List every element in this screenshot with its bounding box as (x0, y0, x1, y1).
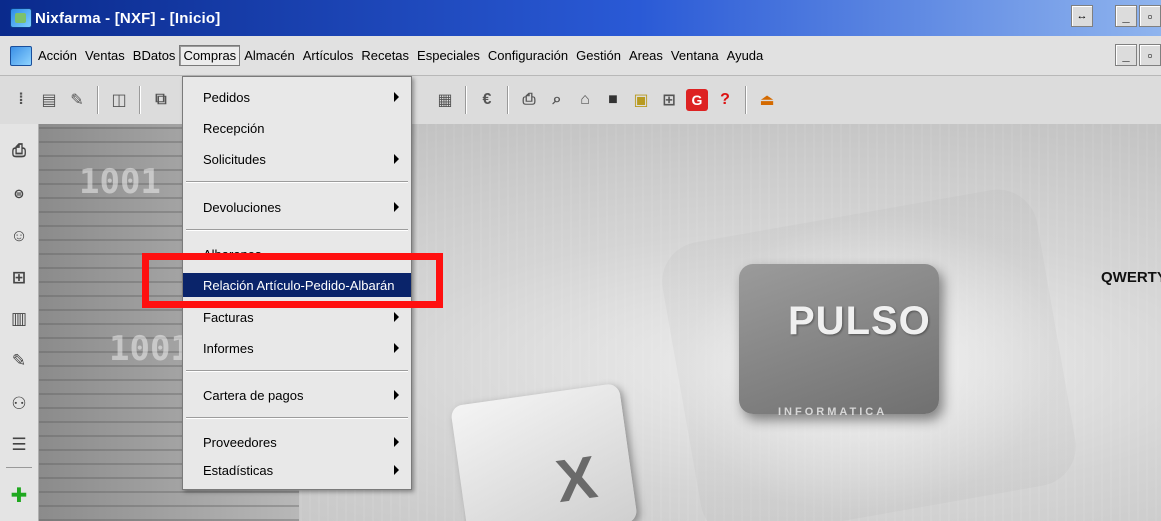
euro-icon[interactable]: € (476, 89, 498, 111)
users-icon[interactable]: ⚇ (8, 393, 30, 415)
menu-item-label: Pedidos (203, 89, 250, 105)
menu-configuracion[interactable]: Configuración (484, 45, 572, 66)
menu-item-estadisticas[interactable]: Estadísticas (183, 458, 411, 482)
menu-item-cartera-de-pagos[interactable]: Cartera de pagos (183, 383, 411, 407)
resize-icon[interactable]: ↔ (1071, 5, 1093, 27)
cart-icon[interactable]: ⊞ (8, 267, 30, 289)
cart-icon[interactable]: ⊞ (658, 89, 680, 111)
menu-articulos[interactable]: Artículos (299, 45, 358, 66)
badge-icon[interactable]: ⊜ (8, 183, 30, 205)
title-bar: Nixfarma - [NXF] - [Inicio] ↔ _ ▫ (0, 0, 1161, 36)
menu-areas[interactable]: Areas (625, 45, 667, 66)
menu-item-label: Facturas (203, 309, 254, 325)
key-x-label: X (551, 443, 601, 516)
document-icon[interactable] (10, 45, 32, 66)
submenu-arrow-icon (394, 92, 399, 102)
g-icon[interactable]: G (686, 89, 708, 111)
toolbar-separator (745, 86, 747, 114)
menu-item-facturas[interactable]: Facturas (183, 305, 411, 329)
menu-item-solicitudes[interactable]: Solicitudes (183, 147, 411, 171)
menu-compras[interactable]: Compras (179, 45, 241, 66)
printer-icon[interactable]: ⎙ (518, 89, 540, 111)
keyboard-key-x: X (450, 382, 638, 521)
home-icon[interactable]: ⌂ (574, 89, 596, 111)
menu-item-label: Estadísticas (203, 462, 274, 478)
menu-item-label: Informes (203, 340, 254, 356)
window-title: Nixfarma - [NXF] - [Inicio] (35, 9, 221, 27)
menu-ayuda[interactable]: Ayuda (723, 45, 768, 66)
toolbar-separator (97, 86, 99, 114)
list-icon[interactable]: ☰ (8, 434, 30, 456)
document-window-controls: _ ▫ (1115, 44, 1161, 66)
menu-item-label: Proveedores (203, 434, 277, 450)
submenu-arrow-icon (394, 343, 399, 353)
submenu-arrow-icon (394, 312, 399, 322)
window-controls: ↔ _ ▫ (1071, 5, 1161, 27)
form-icon[interactable]: ▤ (38, 89, 60, 111)
menu-item-recepcion[interactable]: Recepción (183, 116, 411, 140)
menu-item-proveedores[interactable]: Proveedores (183, 430, 411, 454)
pencil-icon[interactable]: ✎ (8, 350, 30, 372)
help-icon[interactable]: ? (714, 89, 736, 111)
left-toolbar-separator (6, 467, 32, 468)
toolbar: ⁞ ▤ ✎ ◫ ⧉ ✐ ▦ € ⎙ ⌕ ⌂ ■ ▣ ⊞ G ? ⏏ (0, 76, 1161, 124)
highlight-annotation-box (142, 253, 443, 308)
menu-item-label: Cartera de pagos (203, 387, 304, 403)
menu-item-devoluciones[interactable]: Devoluciones (183, 195, 411, 219)
brand-logo: PULSO (788, 299, 931, 343)
calculator-icon[interactable]: ▦ (434, 89, 456, 111)
binary-text-1: 1001 (79, 162, 161, 202)
menu-separator (186, 181, 408, 183)
menu-separator (186, 370, 408, 372)
grid-icon[interactable]: ⁞ (10, 89, 32, 111)
menu-ventas[interactable]: Ventas (81, 45, 129, 66)
submenu-arrow-icon (394, 390, 399, 400)
disk-icon[interactable]: ◫ (108, 89, 130, 111)
submenu-arrow-icon (394, 437, 399, 447)
menu-accion[interactable]: Acción (34, 45, 81, 66)
toolbar-separator (139, 86, 141, 114)
magnifier-icon[interactable]: ⌕ (546, 89, 568, 111)
menu-separator (186, 229, 408, 231)
brand-subtitle: INFORMATICA (778, 406, 888, 418)
app-logo-icon (10, 8, 32, 28)
edit-icon[interactable]: ✎ (66, 89, 88, 111)
menu-almacen[interactable]: Almacén (240, 45, 299, 66)
binary-text-2: 1001 (109, 329, 191, 369)
submenu-arrow-icon (394, 154, 399, 164)
menu-item-label: Solicitudes (203, 151, 266, 167)
exit-icon[interactable]: ⏏ (756, 89, 778, 111)
menu-recetas[interactable]: Recetas (357, 45, 413, 66)
menu-especiales[interactable]: Especiales (413, 45, 484, 66)
wallet-icon[interactable]: ▥ (8, 308, 30, 330)
menu-bdatos[interactable]: BDatos (129, 45, 180, 66)
doc-maximize-button[interactable]: ▫ (1139, 44, 1161, 66)
toolbar-separator (465, 86, 467, 114)
submenu-arrow-icon (394, 202, 399, 212)
doc-minimize-button[interactable]: _ (1115, 44, 1137, 66)
menu-item-pedidos[interactable]: Pedidos (183, 85, 411, 109)
menu-gestion[interactable]: Gestión (572, 45, 625, 66)
binoculars-icon[interactable]: ⧉ (150, 89, 172, 111)
add-icon[interactable]: ✚ (8, 484, 30, 507)
person-icon[interactable]: ☺ (8, 225, 30, 247)
menu-item-label: Recepción (203, 120, 265, 136)
submenu-arrow-icon (394, 465, 399, 475)
left-toolbar: ⎙ ⊜ ☺ ⊞ ▥ ✎ ⚇ ☰ ✚ (0, 124, 39, 521)
maximize-button[interactable]: ▫ (1139, 5, 1161, 27)
menu-item-label: Devoluciones (203, 199, 282, 215)
menu-item-informes[interactable]: Informes (183, 336, 411, 360)
corner-label: QWERTY (1101, 269, 1161, 286)
menu-bar: Acción Ventas BDatos Compras Almacén Art… (0, 36, 1161, 76)
menu-ventana[interactable]: Ventana (667, 45, 723, 66)
toolbar-separator (507, 86, 509, 114)
printer-icon[interactable]: ⎙ (8, 140, 30, 162)
block-icon[interactable]: ■ (602, 89, 624, 111)
menu-separator (186, 417, 408, 419)
minimize-button[interactable]: _ (1115, 5, 1137, 27)
clipboard-icon[interactable]: ▣ (630, 89, 652, 111)
